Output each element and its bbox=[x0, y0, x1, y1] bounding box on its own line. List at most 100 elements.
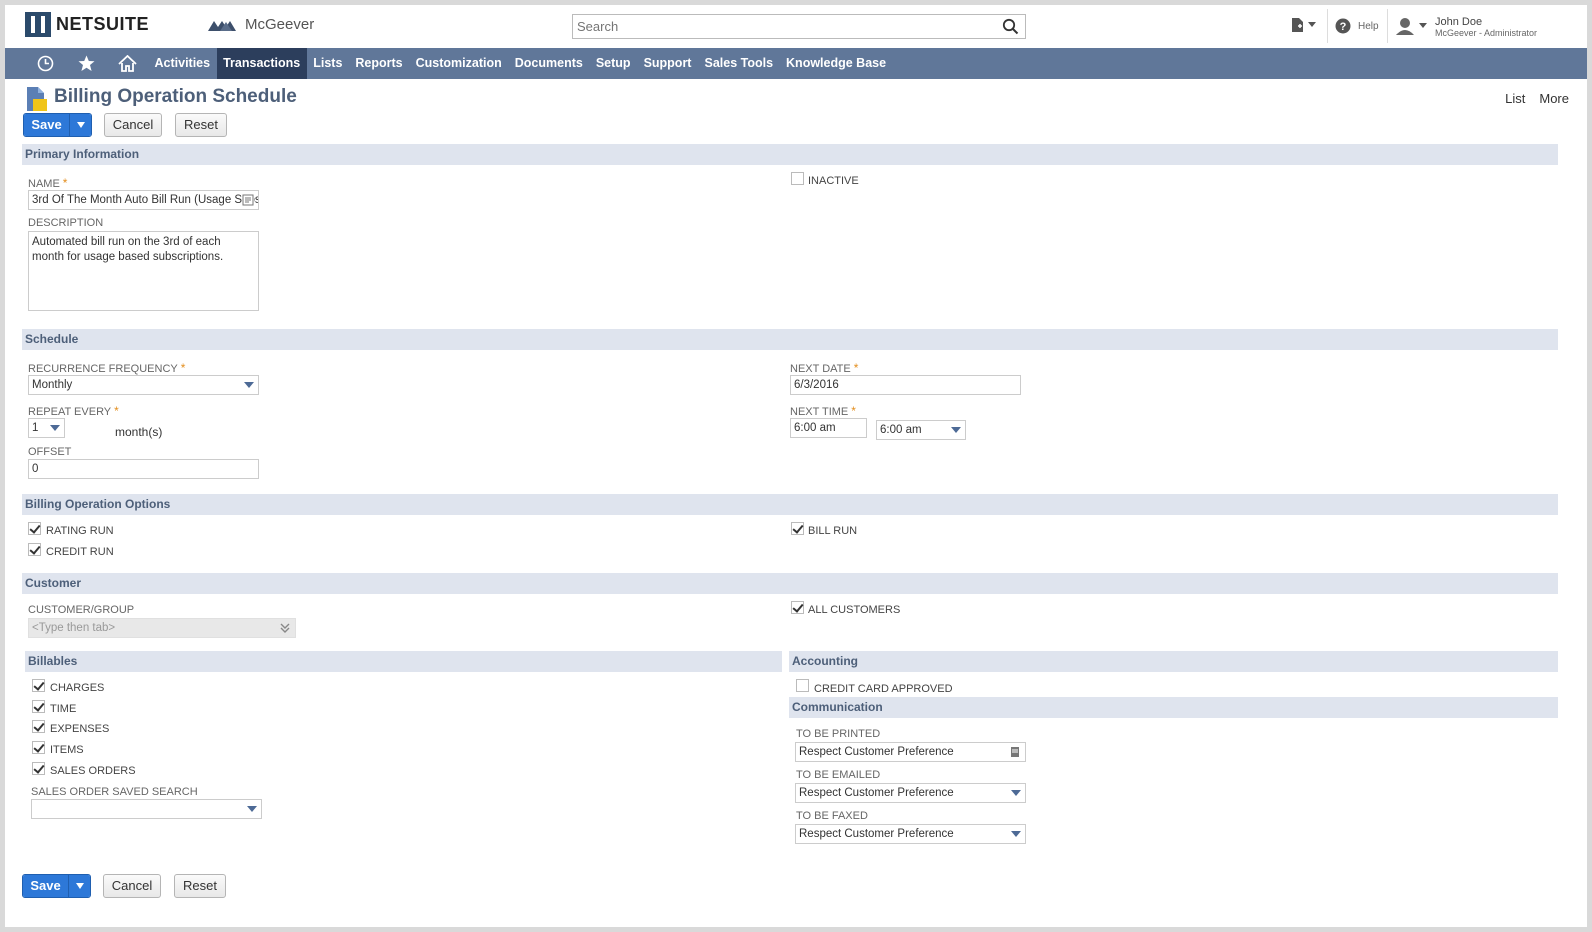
nav-setup[interactable]: Setup bbox=[589, 48, 637, 79]
nav-transactions[interactable]: Transactions bbox=[216, 48, 307, 79]
section-accounting[interactable]: Accounting bbox=[789, 651, 1558, 672]
save-options-button[interactable] bbox=[69, 114, 91, 136]
page-links: List More bbox=[1505, 91, 1569, 106]
all-customers-checkbox[interactable] bbox=[791, 601, 804, 614]
dropdown-arrow-icon bbox=[951, 427, 961, 433]
user-role: McGeever - Administrator bbox=[1435, 28, 1538, 38]
nav-documents[interactable]: Documents bbox=[508, 48, 589, 79]
saved-search-label: SALES ORDER SAVED SEARCH bbox=[31, 786, 198, 798]
customer-group-field: <Type then tab> bbox=[28, 618, 296, 638]
time-checkbox[interactable] bbox=[32, 700, 45, 713]
to-be-emailed-select[interactable]: Respect Customer Preference bbox=[795, 783, 1026, 803]
next-date-label: NEXT DATE * bbox=[790, 361, 859, 375]
save-button-bottom[interactable]: Save bbox=[23, 875, 68, 897]
credit-run-label: CREDIT RUN bbox=[46, 546, 114, 558]
user-name: John Doe bbox=[1435, 16, 1483, 28]
global-search[interactable] bbox=[572, 14, 1026, 39]
save-button-group-bottom: Save bbox=[22, 874, 91, 898]
search-input[interactable] bbox=[573, 15, 993, 38]
rating-run-checkbox[interactable] bbox=[28, 522, 41, 535]
reset-button[interactable]: Reset bbox=[175, 113, 227, 137]
user-menu[interactable] bbox=[1395, 17, 1427, 35]
home-icon[interactable] bbox=[107, 48, 148, 79]
description-label: DESCRIPTION bbox=[28, 217, 104, 229]
to-be-printed-value: Respect Customer Preference bbox=[799, 746, 954, 758]
customer-group-placeholder: <Type then tab> bbox=[32, 622, 116, 634]
record-lookup-icon[interactable] bbox=[242, 194, 254, 206]
cancel-button[interactable]: Cancel bbox=[104, 113, 162, 137]
to-be-printed-label: TO BE PRINTED bbox=[796, 728, 881, 740]
recent-records-menu[interactable] bbox=[1290, 17, 1316, 33]
search-icon[interactable] bbox=[1002, 18, 1019, 35]
double-chevron-down-icon bbox=[280, 623, 290, 633]
to-be-faxed-select[interactable]: Respect Customer Preference bbox=[795, 824, 1026, 844]
header-divider bbox=[1327, 9, 1328, 43]
time-label: TIME bbox=[50, 703, 77, 715]
next-date-field[interactable]: 6/3/2016 bbox=[790, 375, 1021, 395]
section-communication[interactable]: Communication bbox=[789, 697, 1558, 718]
more-link[interactable]: More bbox=[1539, 91, 1569, 106]
nav-lists[interactable]: Lists bbox=[307, 48, 349, 79]
saved-search-select[interactable] bbox=[31, 799, 262, 819]
bill-run-checkbox[interactable] bbox=[791, 522, 804, 535]
help-link[interactable]: ? Help bbox=[1335, 18, 1379, 34]
save-options-button-bottom[interactable] bbox=[68, 875, 90, 897]
section-billing-options[interactable]: Billing Operation Options bbox=[22, 494, 1558, 515]
section-primary[interactable]: Primary Information bbox=[22, 144, 1558, 165]
history-icon bbox=[37, 55, 54, 72]
cc-approved-checkbox[interactable] bbox=[796, 679, 809, 692]
netsuite-logo[interactable]: NETSUITE bbox=[25, 12, 149, 37]
company-logo: McGeever bbox=[208, 16, 314, 33]
section-schedule[interactable]: Schedule bbox=[22, 329, 1558, 350]
dropdown-arrow-icon bbox=[50, 425, 60, 431]
cancel-button-bottom[interactable]: Cancel bbox=[103, 874, 161, 898]
app-frame: NETSUITE McGeever Search ? Help John Doe… bbox=[5, 5, 1587, 927]
chevron-down-icon bbox=[1308, 22, 1316, 27]
to-be-faxed-value: Respect Customer Preference bbox=[799, 828, 954, 840]
charges-label: CHARGES bbox=[50, 682, 105, 694]
reset-button-bottom[interactable]: Reset bbox=[174, 874, 226, 898]
section-billables[interactable]: Billables bbox=[25, 651, 782, 672]
list-link[interactable]: List bbox=[1505, 91, 1525, 106]
recurrence-select[interactable]: Monthly bbox=[28, 375, 259, 395]
next-time-field[interactable]: 6:00 am bbox=[790, 418, 867, 438]
nav-sales-tools[interactable]: Sales Tools bbox=[698, 48, 780, 79]
chevron-down-icon bbox=[1419, 23, 1427, 28]
inactive-checkbox[interactable] bbox=[791, 172, 804, 185]
to-be-printed-select[interactable]: Respect Customer Preference bbox=[795, 742, 1026, 762]
main-nav: Activities Transactions Lists Reports Cu… bbox=[5, 48, 1587, 79]
items-checkbox[interactable] bbox=[32, 741, 45, 754]
printer-icon[interactable] bbox=[1009, 746, 1021, 758]
charges-checkbox[interactable] bbox=[32, 679, 45, 692]
to-be-emailed-label: TO BE EMAILED bbox=[796, 769, 881, 781]
dropdown-arrow-icon bbox=[244, 382, 254, 388]
repeat-every-label: REPEAT EVERY * bbox=[28, 404, 119, 418]
dropdown-arrow-icon bbox=[247, 806, 257, 812]
nav-reports[interactable]: Reports bbox=[349, 48, 409, 79]
offset-label: OFFSET bbox=[28, 446, 72, 458]
favorites-icon[interactable] bbox=[66, 48, 107, 79]
recent-icon[interactable] bbox=[25, 48, 66, 79]
rating-run-label: RATING RUN bbox=[46, 525, 114, 537]
next-time-select[interactable]: 6:00 am bbox=[876, 420, 966, 440]
offset-field[interactable]: 0 bbox=[28, 459, 259, 479]
sales-orders-checkbox[interactable] bbox=[32, 762, 45, 775]
section-customer[interactable]: Customer bbox=[22, 573, 1558, 594]
expenses-checkbox[interactable] bbox=[32, 720, 45, 733]
name-value: 3rd Of The Month Auto Bill Run (Usage Su… bbox=[32, 194, 259, 206]
brand-name: NETSUITE bbox=[56, 14, 150, 34]
bill-run-label: BILL RUN bbox=[808, 525, 858, 537]
next-time-label: NEXT TIME * bbox=[790, 404, 856, 418]
save-button[interactable]: Save bbox=[24, 114, 69, 136]
expenses-label: EXPENSES bbox=[50, 723, 110, 735]
nav-knowledge-base[interactable]: Knowledge Base bbox=[780, 48, 893, 79]
repeat-every-select[interactable]: 1 bbox=[28, 418, 65, 438]
page-title: Billing Operation Schedule bbox=[54, 86, 297, 107]
nav-support[interactable]: Support bbox=[637, 48, 698, 79]
user-info[interactable]: John Doe McGeever - Administrator bbox=[1435, 16, 1538, 39]
credit-run-checkbox[interactable] bbox=[28, 543, 41, 556]
description-field[interactable]: Automated bill run on the 3rd of each mo… bbox=[28, 231, 259, 311]
nav-customization[interactable]: Customization bbox=[409, 48, 508, 79]
nav-activities[interactable]: Activities bbox=[148, 48, 217, 79]
name-field[interactable]: 3rd Of The Month Auto Bill Run (Usage Su… bbox=[28, 190, 259, 210]
